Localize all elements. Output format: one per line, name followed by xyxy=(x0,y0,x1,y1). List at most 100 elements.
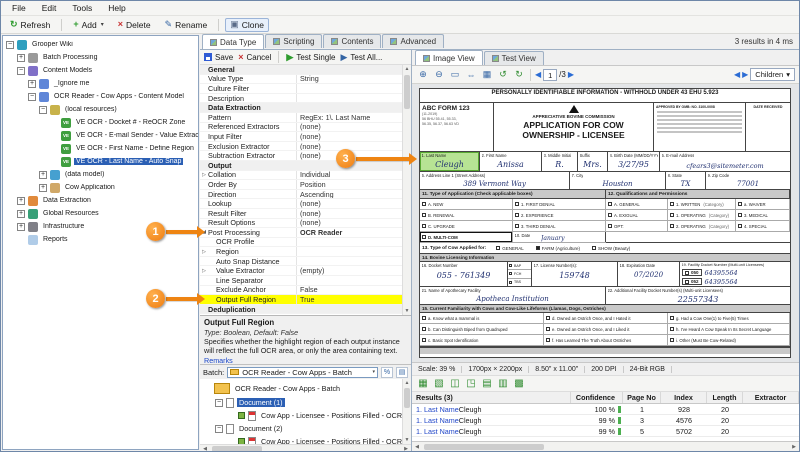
tree-expander-icon[interactable]: + xyxy=(17,223,25,231)
rotate-right-icon[interactable]: ↻ xyxy=(512,68,526,82)
clone-button[interactable]: ▣Clone xyxy=(225,18,269,32)
property-row[interactable]: Result Filter (none) xyxy=(200,209,402,219)
scrollbar-thumb[interactable] xyxy=(212,446,262,452)
property-row[interactable]: Exclusion Extractor (none) xyxy=(200,142,402,152)
property-value[interactable]: (none) xyxy=(296,123,402,132)
viewer-tool-icon[interactable]: ▧ xyxy=(432,377,446,391)
tree-expander-icon[interactable]: + xyxy=(17,54,25,62)
property-row[interactable]: Exclude Anchor False xyxy=(200,286,402,296)
result-row[interactable]: 1. Last NameCleugh 99 % 5 5702 20 xyxy=(412,426,799,437)
tree-item[interactable]: + Data Extraction xyxy=(3,194,198,207)
tree-item[interactable]: VE VE OCR - Docket # - ReOCR Zone xyxy=(3,116,198,129)
tree-item[interactable]: + Cow Application xyxy=(3,181,198,194)
delete-button[interactable]: ×Delete xyxy=(113,18,156,32)
batch-tree-item[interactable]: Cow App - Licensee - Positions Filled - … xyxy=(200,435,402,444)
rotate-left-icon[interactable]: ↺ xyxy=(496,68,510,82)
tree-item[interactable]: Reports xyxy=(3,233,198,246)
viewer-tab[interactable]: Test View xyxy=(484,51,544,65)
tree-item[interactable]: − (local resources) xyxy=(3,103,198,116)
next-page-button[interactable]: ▶ xyxy=(568,70,574,79)
property-value[interactable]: OCR Reader xyxy=(296,228,402,237)
batch-filter-button[interactable]: % xyxy=(381,367,393,378)
property-value[interactable] xyxy=(296,276,402,285)
tree-item[interactable]: − Content Models xyxy=(3,64,198,77)
children-dropdown[interactable]: Children ▾ xyxy=(750,68,795,81)
viewer-tab[interactable]: Image View xyxy=(415,50,483,65)
property-row[interactable]: Referenced Extractors (none) xyxy=(200,123,402,133)
viewer-tool-icon[interactable]: ◳ xyxy=(464,377,478,391)
refresh-button[interactable]: ↻Refresh xyxy=(5,18,55,32)
results-hscrollbar[interactable]: ◀ ▶ xyxy=(412,441,799,452)
batch-tree-item[interactable]: OCR Reader - Cow Apps - Batch xyxy=(200,380,402,396)
test-single-button[interactable]: ▶Test Single xyxy=(286,53,335,62)
property-grid-scrollbar[interactable]: ▲ ▼ xyxy=(402,65,411,315)
property-value[interactable] xyxy=(296,94,402,103)
property-value[interactable]: False xyxy=(296,286,402,295)
property-value[interactable]: Position xyxy=(296,180,402,189)
property-row[interactable]: Culture Filter xyxy=(200,84,402,94)
property-value[interactable]: (none) xyxy=(296,199,402,208)
tree-expander-icon[interactable]: + xyxy=(39,184,47,192)
tree-item[interactable]: VE VE OCR - E-mail Sender - Value Extrac… xyxy=(3,129,198,142)
scrollbar-thumb[interactable] xyxy=(404,75,410,109)
page-number-input[interactable]: 1 xyxy=(543,69,557,81)
property-row[interactable]: Deduplication xyxy=(200,305,402,315)
viewer-tool-icon[interactable]: ▩ xyxy=(512,377,526,391)
property-value[interactable]: RegEx: 1\. Last Name xyxy=(296,113,402,122)
property-row[interactable]: ▷ Value Extractor (empty) xyxy=(200,266,402,276)
tree-item[interactable]: VE VE OCR - Last Name - Auto Snap xyxy=(3,155,198,168)
prev-child-button[interactable]: ◀ xyxy=(734,70,740,79)
result-row[interactable]: 1. Last NameCleugh 99 % 3 4576 20 xyxy=(412,415,799,426)
result-row[interactable]: 1. Last NameCleugh 100 % 1 928 20 xyxy=(412,404,799,415)
column-header-extractor[interactable]: Extractor xyxy=(743,392,799,403)
column-header-index[interactable]: Index xyxy=(661,392,707,403)
property-row[interactable]: Input Filter (none) xyxy=(200,132,402,142)
save-button[interactable]: Save xyxy=(204,53,233,62)
property-value[interactable] xyxy=(296,247,402,256)
batch-hscrollbar[interactable]: ◀ ▶ xyxy=(200,444,411,452)
tree-item[interactable]: VE VE OCR - First Name - Define Region xyxy=(3,142,198,155)
property-row[interactable]: Lookup (none) xyxy=(200,199,402,209)
tree-expander-icon[interactable]: + xyxy=(17,210,25,218)
property-value[interactable] xyxy=(296,84,402,93)
property-row[interactable]: ◢ Post Processing OCR Reader xyxy=(200,228,402,238)
test-all-button[interactable]: ▶Test All... xyxy=(340,53,382,62)
tree-item[interactable]: + Batch Processing xyxy=(3,51,198,64)
cancel-button[interactable]: ×Cancel xyxy=(238,53,271,62)
property-value[interactable] xyxy=(296,103,402,112)
tree-item[interactable]: + Global Resources xyxy=(3,207,198,220)
scrollbar-track[interactable] xyxy=(210,446,401,452)
property-row[interactable]: Order By Position xyxy=(200,180,402,190)
batch-browse-button[interactable]: ▤ xyxy=(396,367,408,378)
scroll-down-icon[interactable]: ▼ xyxy=(403,307,411,315)
property-row[interactable]: OCR Profile xyxy=(200,238,402,248)
batch-tree-item[interactable]: − Document (1) xyxy=(200,396,402,409)
tab[interactable]: Data Type xyxy=(202,34,264,49)
property-value[interactable]: (none) xyxy=(296,219,402,228)
batch-tree-scrollbar[interactable]: ▲ ▼ xyxy=(402,379,411,444)
property-row[interactable]: Pattern RegEx: 1\. Last Name xyxy=(200,113,402,123)
tree-item[interactable]: + _Ignore me xyxy=(3,77,198,90)
property-value[interactable] xyxy=(296,305,402,314)
property-row[interactable]: Value Type String xyxy=(200,75,402,85)
property-value[interactable]: Individual xyxy=(296,171,402,180)
scrollbar-thumb[interactable] xyxy=(404,388,410,408)
property-value[interactable] xyxy=(296,65,402,74)
scroll-up-icon[interactable]: ▲ xyxy=(403,65,411,73)
menu-item[interactable]: File xyxy=(4,2,34,14)
scrollbar-track[interactable] xyxy=(422,444,789,450)
scroll-left-icon[interactable]: ◀ xyxy=(412,444,422,450)
tree-expander-icon[interactable]: − xyxy=(215,399,223,407)
tree-expander-icon[interactable]: − xyxy=(215,425,223,433)
property-value[interactable]: True xyxy=(296,295,402,304)
menu-item[interactable]: Help xyxy=(100,2,133,14)
property-row[interactable]: Auto Snap Distance xyxy=(200,257,402,267)
scroll-right-icon[interactable]: ▶ xyxy=(789,444,799,450)
property-value[interactable] xyxy=(296,238,402,247)
next-child-button[interactable]: ▶ xyxy=(742,70,748,79)
tree-expander-icon[interactable]: + xyxy=(39,171,47,179)
column-header-length[interactable]: Length xyxy=(707,392,743,403)
select-region-icon[interactable]: ▦ xyxy=(480,68,494,82)
property-value[interactable] xyxy=(296,257,402,266)
property-value[interactable]: String xyxy=(296,75,402,84)
